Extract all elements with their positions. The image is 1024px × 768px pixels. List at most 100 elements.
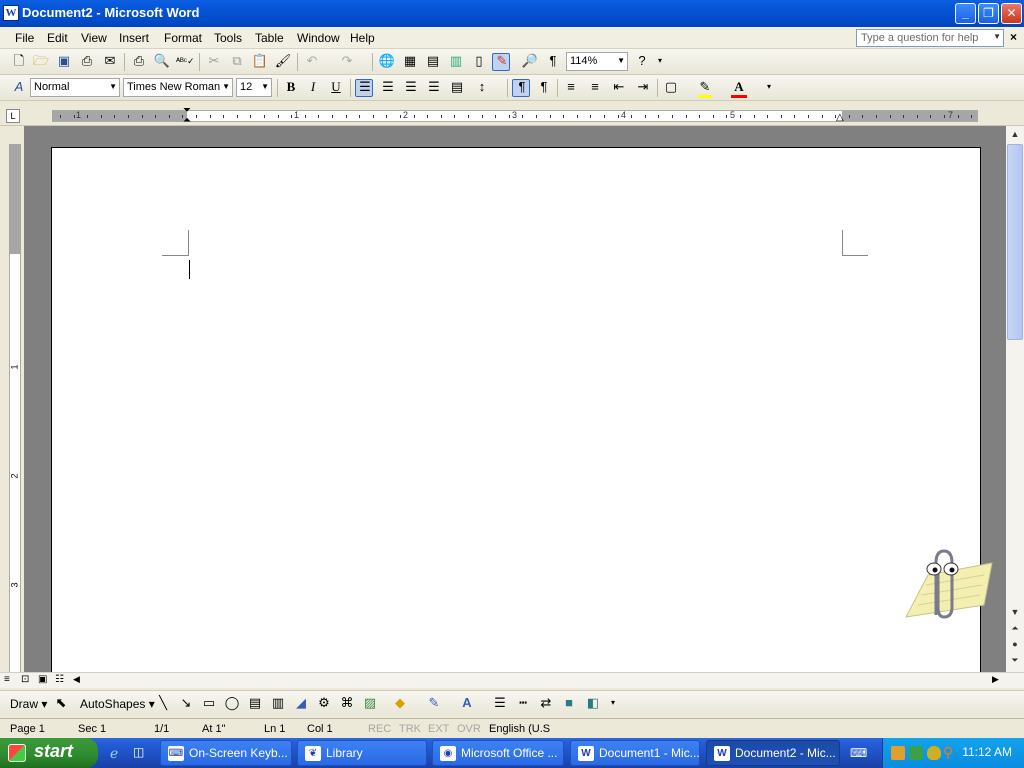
scroll-down-icon[interactable]: ▼ bbox=[1007, 604, 1023, 620]
highlight-icon[interactable]: ✎ bbox=[696, 78, 714, 96]
paste-icon[interactable]: 📋 bbox=[251, 52, 269, 70]
taskbar-item-document2[interactable]: W Document2 - Mic... bbox=[706, 740, 840, 766]
align-right-icon[interactable]: ☰ bbox=[402, 78, 420, 96]
office-assistant-clippy-icon[interactable] bbox=[898, 545, 994, 635]
clip-art-icon[interactable]: ⌘ bbox=[338, 694, 356, 712]
help-search-input[interactable]: Type a question for help ▼ bbox=[856, 29, 1004, 47]
previous-page-icon[interactable]: ⏶ bbox=[1007, 620, 1023, 636]
menu-edit[interactable]: Edit bbox=[47, 31, 68, 45]
start-button[interactable]: start bbox=[0, 738, 98, 768]
show-hide-icon[interactable]: ¶ bbox=[544, 52, 562, 70]
status-ovr[interactable]: OVR bbox=[457, 723, 481, 735]
scroll-up-icon[interactable]: ▲ bbox=[1007, 126, 1023, 142]
diagram-icon[interactable]: ⚙ bbox=[315, 694, 333, 712]
copy-icon[interactable]: ⧉ bbox=[228, 52, 246, 70]
line-spacing-icon[interactable]: ↕ bbox=[473, 78, 491, 96]
menu-help[interactable]: Help bbox=[350, 31, 375, 45]
cut-icon[interactable]: ✂ bbox=[205, 52, 223, 70]
next-page-icon[interactable]: ⏷ bbox=[1007, 652, 1023, 668]
menu-view[interactable]: View bbox=[81, 31, 107, 45]
italic-icon[interactable]: I bbox=[304, 78, 322, 96]
menu-tools[interactable]: Tools bbox=[214, 31, 242, 45]
3d-style-icon[interactable]: ◧ bbox=[584, 694, 602, 712]
print-preview-icon[interactable]: 🔍 bbox=[153, 52, 171, 70]
menu-file[interactable]: File bbox=[15, 31, 34, 45]
document-area[interactable] bbox=[24, 126, 1006, 687]
rectangle-icon[interactable]: ▭ bbox=[200, 694, 218, 712]
word-app-icon[interactable]: W bbox=[3, 5, 19, 21]
status-rec[interactable]: REC bbox=[368, 723, 391, 735]
internet-explorer-icon[interactable]: ℯ bbox=[110, 745, 118, 762]
open-folder-icon[interactable]: 🗁 bbox=[32, 52, 50, 70]
document-map-icon[interactable]: 🔎 bbox=[521, 52, 539, 70]
autoshapes-menu-button[interactable]: AutoShapes ▾ bbox=[80, 697, 155, 711]
align-center-icon[interactable]: ☰ bbox=[379, 78, 397, 96]
line-color-icon[interactable]: ✎ bbox=[425, 694, 443, 712]
web-layout-view-icon[interactable]: ⊡ bbox=[21, 674, 29, 685]
chevron-down-icon[interactable]: ▼ bbox=[993, 32, 1001, 41]
menu-insert[interactable]: Insert bbox=[119, 31, 149, 45]
print-icon[interactable]: ⎙ bbox=[130, 52, 148, 70]
justify-icon[interactable]: ☰ bbox=[425, 78, 443, 96]
menu-table[interactable]: Table bbox=[255, 31, 284, 45]
dash-style-icon[interactable]: ┅ bbox=[514, 694, 532, 712]
title-bar[interactable]: W Document2 - Microsoft Word _ ❐ ✕ bbox=[0, 0, 1024, 27]
outline-view-icon[interactable]: ☷ bbox=[55, 674, 64, 685]
security-shield-icon[interactable] bbox=[927, 746, 941, 760]
normal-view-icon[interactable]: ≡ bbox=[4, 674, 10, 685]
taskbar-item-library[interactable]: ❦ Library bbox=[297, 740, 427, 766]
help-icon[interactable]: ? bbox=[633, 52, 651, 70]
oval-icon[interactable]: ◯ bbox=[223, 694, 241, 712]
fill-color-icon[interactable]: ◆ bbox=[391, 694, 409, 712]
columns-icon[interactable]: ▯ bbox=[470, 52, 488, 70]
formatting-options-icon[interactable]: ▾ bbox=[760, 78, 778, 96]
font-color-draw-icon[interactable]: A bbox=[458, 694, 476, 712]
print-layout-view-icon[interactable]: ▣ bbox=[38, 674, 47, 685]
restore-button[interactable]: ❐ bbox=[978, 3, 999, 24]
styles-icon[interactable]: A bbox=[10, 78, 28, 96]
underline-icon[interactable]: U bbox=[327, 78, 345, 96]
keyboard-tray-icon[interactable]: ⌨ bbox=[850, 746, 867, 760]
taskbar-item-document1[interactable]: W Document1 - Mic... bbox=[570, 740, 700, 766]
close-document-icon[interactable]: × bbox=[1010, 30, 1017, 44]
redo-icon[interactable]: ↷ bbox=[338, 52, 356, 70]
tables-borders-icon[interactable]: ▦ bbox=[401, 52, 419, 70]
rtl-icon[interactable]: ¶ bbox=[535, 78, 553, 96]
undo-icon[interactable]: ↶ bbox=[303, 52, 321, 70]
horizontal-scrollbar[interactable]: ≡ ⊡ ▣ ☷ ◀ ▶ bbox=[0, 672, 1024, 688]
status-ext[interactable]: EXT bbox=[428, 723, 449, 735]
shadow-style-icon[interactable]: ■ bbox=[560, 694, 578, 712]
document-page[interactable] bbox=[51, 147, 981, 687]
taskbar-item-microsoft-office[interactable]: ◉ Microsoft Office ... bbox=[432, 740, 564, 766]
network-icon[interactable] bbox=[891, 746, 905, 760]
update-icon[interactable] bbox=[909, 746, 923, 760]
numbering-icon[interactable]: ≡ bbox=[562, 78, 580, 96]
status-trk[interactable]: TRK bbox=[399, 723, 421, 735]
vertical-scroll-thumb[interactable] bbox=[1007, 144, 1023, 340]
font-color-icon[interactable]: A bbox=[730, 78, 748, 96]
draw-options-icon[interactable]: ▾ bbox=[604, 694, 622, 712]
quicklaunch-icon[interactable]: ◫ bbox=[133, 745, 144, 759]
borders-icon[interactable]: ▢ bbox=[662, 78, 680, 96]
save-icon[interactable]: ▣ bbox=[55, 52, 73, 70]
close-button[interactable]: ✕ bbox=[1001, 3, 1022, 24]
distributed-icon[interactable]: ▤ bbox=[448, 78, 466, 96]
select-browse-object-icon[interactable]: ● bbox=[1007, 636, 1023, 652]
wordart-icon[interactable]: ◢ bbox=[292, 694, 310, 712]
toolbar-options-icon[interactable]: ▾ bbox=[651, 52, 669, 70]
picture-icon[interactable]: ▨ bbox=[361, 694, 379, 712]
zoom-select[interactable]: 114% ▼ bbox=[566, 52, 628, 71]
taskbar-item-onscreen-keyboard[interactable]: ⌨ On-Screen Keyb... bbox=[160, 740, 292, 766]
vertical-ruler[interactable]: 1 2 3 bbox=[3, 126, 23, 672]
tab-selector-icon[interactable]: L bbox=[6, 109, 20, 123]
hyperlink-icon[interactable]: 🌐 bbox=[378, 52, 396, 70]
select-objects-icon[interactable]: ⬉ bbox=[52, 694, 70, 712]
draw-menu-button[interactable]: Draw ▾ bbox=[10, 697, 47, 711]
vertical-text-box-icon[interactable]: ▥ bbox=[269, 694, 287, 712]
horizontal-ruler[interactable]: L 1 1 2 3 4 5 7 ⏷ ⏶ △ bbox=[0, 104, 1024, 126]
scroll-left-icon[interactable]: ◀ bbox=[73, 674, 80, 685]
menu-format[interactable]: Format bbox=[164, 31, 202, 45]
bold-icon[interactable]: B bbox=[282, 78, 300, 96]
indent-marker-icon[interactable]: ⏷ ⏶ bbox=[182, 106, 192, 126]
decrease-indent-icon[interactable]: ⇤ bbox=[610, 78, 628, 96]
